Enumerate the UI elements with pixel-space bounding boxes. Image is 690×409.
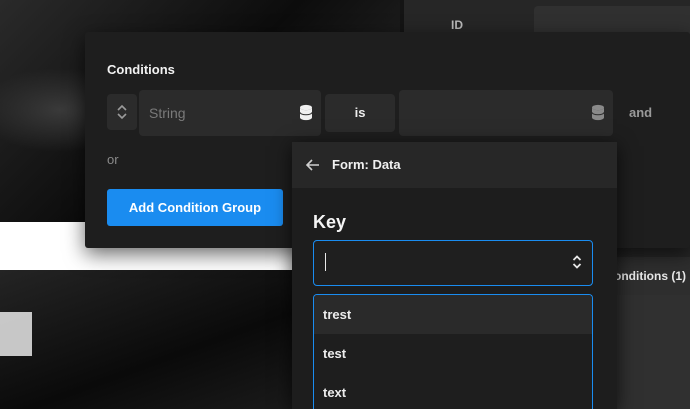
key-options-list: trest test text [313,294,593,409]
conditions-tab[interactable]: onditions (1) [614,257,690,295]
chevron-updown-icon[interactable] [571,254,583,270]
add-condition-group-button[interactable]: Add Condition Group [107,189,283,226]
background-object [0,312,32,356]
sort-icon [117,104,127,120]
key-option[interactable]: text [314,373,592,409]
database-icon[interactable] [591,104,605,121]
popover-title: Form: Data [332,157,401,172]
key-option[interactable]: test [314,334,592,373]
and-joiner-label: and [629,105,653,120]
condition-value-input[interactable] [399,90,613,136]
panel-lower-area [614,295,690,409]
modal-title: Conditions [107,62,175,77]
dynamic-data-popover: Form: Data Key trest test text [292,142,617,409]
or-label: or [107,152,119,167]
popover-header: Form: Data [292,142,617,188]
text-cursor [325,253,326,271]
reorder-handle[interactable] [107,94,137,130]
operator-select[interactable]: is [325,94,395,132]
database-icon[interactable] [299,104,313,121]
key-option[interactable]: trest [314,295,592,334]
id-label: ID [451,18,463,32]
key-label: Key [313,212,347,232]
condition-type-select[interactable]: String [139,90,321,136]
key-combobox[interactable] [313,240,593,286]
background-image-lower [0,270,300,409]
condition-type-value: String [149,105,186,121]
arrow-left-icon[interactable] [304,156,322,174]
